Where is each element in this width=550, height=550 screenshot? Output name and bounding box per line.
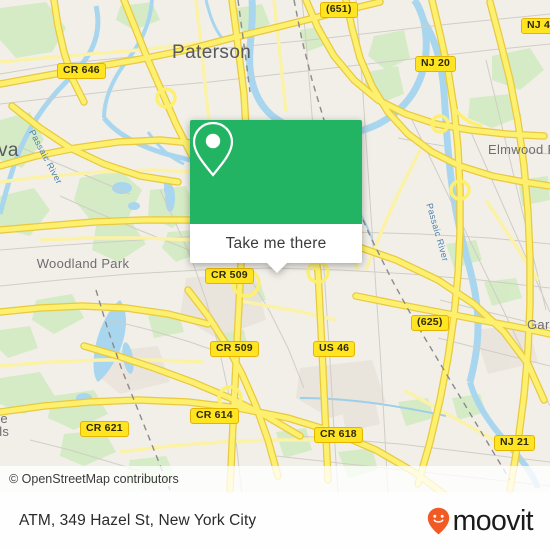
route-shield-651[interactable]: (651) bbox=[320, 2, 358, 18]
route-shield-cr-618[interactable]: CR 618 bbox=[314, 427, 363, 443]
route-shield-cr-646[interactable]: CR 646 bbox=[57, 63, 106, 79]
popup-tail bbox=[266, 262, 288, 273]
route-shield-nj-21[interactable]: NJ 21 bbox=[494, 435, 536, 451]
osm-attribution-text: © OpenStreetMap contributors bbox=[9, 472, 179, 486]
moovit-wordmark: moovit bbox=[452, 505, 534, 537]
popup-icon-area bbox=[190, 120, 362, 224]
route-shield-cr-509-upper[interactable]: CR 509 bbox=[205, 268, 254, 284]
location-popup-card[interactable]: Take me there bbox=[190, 120, 362, 273]
route-shield-cr-614[interactable]: CR 614 bbox=[190, 408, 239, 424]
location-title: ATM, 349 Hazel St, New York City bbox=[19, 512, 257, 529]
route-shield-nj-20[interactable]: NJ 20 bbox=[415, 56, 457, 72]
moovit-brand[interactable]: moovit bbox=[427, 507, 550, 535]
route-shield-cr-621[interactable]: CR 621 bbox=[80, 421, 129, 437]
route-shield-us-46[interactable]: US 46 bbox=[313, 341, 356, 357]
route-shield-nj-4[interactable]: NJ 4 bbox=[521, 18, 550, 34]
take-me-there-label: Take me there bbox=[225, 234, 327, 252]
map-canvas[interactable]: Paterson va Woodland Park Elmwood Park G… bbox=[0, 0, 550, 495]
map-attribution-bar: © OpenStreetMap contributors bbox=[0, 466, 550, 492]
moovit-smiley-pin-icon bbox=[427, 507, 449, 535]
location-pin-icon bbox=[192, 121, 234, 177]
popup-cta-area[interactable]: Take me there bbox=[190, 224, 362, 263]
route-shield-cr-509-lower[interactable]: CR 509 bbox=[210, 341, 259, 357]
footer-bar: ATM, 349 Hazel St, New York City moovit bbox=[0, 492, 550, 550]
map-screenshot: Paterson va Woodland Park Elmwood Park G… bbox=[0, 0, 550, 550]
route-shield-625[interactable]: (625) bbox=[411, 315, 449, 331]
